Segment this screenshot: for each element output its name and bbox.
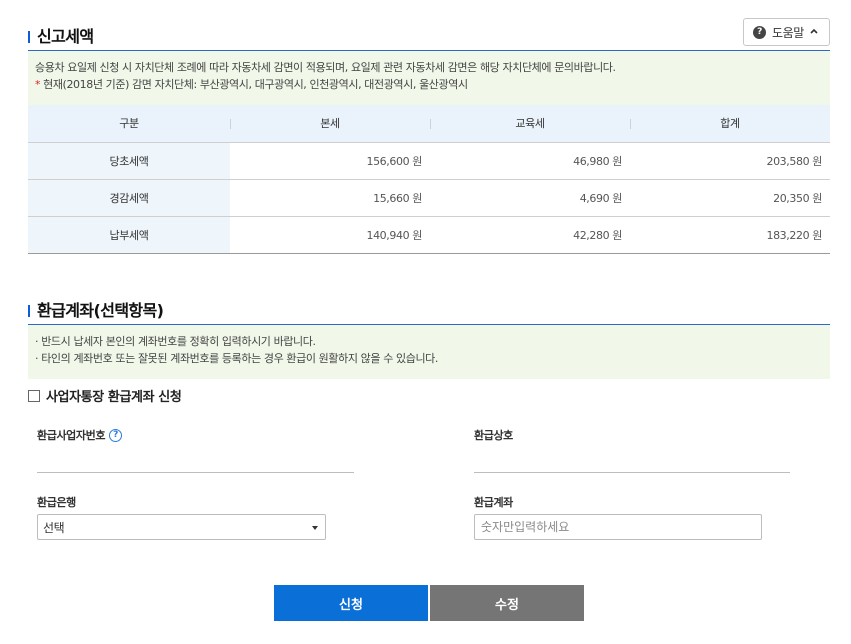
cell-base-tax: 156,600 원 <box>230 142 430 180</box>
notice-line: 승용차 요일제 신청 시 자치단체 조례에 따라 자동차세 감면이 적용되며, … <box>35 61 616 74</box>
row-label: 납부세액 <box>28 216 230 254</box>
account-label: 환급계좌 <box>474 496 513 509</box>
account-input[interactable] <box>474 514 762 540</box>
checkbox-label: 사업자통장 환급계좌 신청 <box>46 390 182 405</box>
table-row: 경감세액 15,660 원 4,690 원 20,350 원 <box>28 179 830 217</box>
section-title-text: 신고세액 <box>37 27 94 46</box>
section-title-refund-account: 환급계좌(선택항목) <box>28 297 164 321</box>
apply-button[interactable]: 신청 <box>274 585 428 621</box>
help-label: 도움말 <box>772 25 804 40</box>
question-icon: ? <box>753 25 766 39</box>
row-label: 당초세액 <box>28 142 230 180</box>
biz-name-input[interactable] <box>474 451 790 473</box>
tax-notice: 승용차 요일제 신청 시 자치단체 조례에 따라 자동차세 감면이 적용되며, … <box>28 51 830 105</box>
section-title-reported-tax: 신고세액 <box>28 23 94 47</box>
table-row: 납부세액 140,940 원 42,280 원 183,220 원 <box>28 216 830 254</box>
notice-line: · 타인의 계좌번호 또는 잘못된 계좌번호를 등록하는 경우 환급이 원활하지… <box>35 352 438 365</box>
cell-total: 183,220 원 <box>630 216 830 254</box>
help-button[interactable]: ? 도움말 <box>743 18 830 46</box>
cell-edu-tax: 42,280 원 <box>430 216 630 254</box>
chevron-up-icon <box>810 28 818 34</box>
notice-line: * 현재(2018년 기준) 감면 자치단체: 부산광역시, 대구광역시, 인천광… <box>35 78 468 91</box>
section-title-text: 환급계좌(선택항목) <box>37 301 164 320</box>
required-star-icon: * <box>35 78 41 91</box>
cell-base-tax: 15,660 원 <box>230 179 430 217</box>
title-bar <box>28 30 30 43</box>
col-header: 교육세 <box>430 105 630 143</box>
cell-total: 20,350 원 <box>630 179 830 217</box>
cell-base-tax: 140,940 원 <box>230 216 430 254</box>
biz-no-label: 환급사업자번호 ? <box>37 427 123 443</box>
bank-select-value: 선택 <box>43 520 65 535</box>
modify-button[interactable]: 수정 <box>430 585 584 621</box>
biz-no-input[interactable] <box>37 451 354 473</box>
business-account-checkbox-row[interactable]: 사업자통장 환급계좌 신청 <box>28 386 182 405</box>
cell-total: 203,580 원 <box>630 142 830 180</box>
table-header-row: 구분 본세 교육세 합계 <box>28 105 830 143</box>
title-bar <box>28 304 30 317</box>
row-label: 경감세액 <box>28 179 230 217</box>
bank-label: 환급은행 <box>37 496 76 509</box>
cell-edu-tax: 46,980 원 <box>430 142 630 180</box>
refund-notice: · 반드시 납세자 본인의 계좌번호를 정확히 입력하시기 바랍니다. · 타인… <box>28 325 830 379</box>
col-header: 구분 <box>28 105 230 143</box>
business-account-checkbox[interactable] <box>28 389 40 402</box>
table-row: 당초세액 156,600 원 46,980 원 203,580 원 <box>28 142 830 180</box>
caret-down-icon <box>312 526 318 530</box>
col-header: 합계 <box>630 105 830 143</box>
notice-line: · 반드시 납세자 본인의 계좌번호를 정확히 입력하시기 바랍니다. <box>35 335 316 348</box>
biz-name-label: 환급상호 <box>474 429 513 442</box>
col-header: 본세 <box>230 105 430 143</box>
help-circle-icon[interactable]: ? <box>109 428 123 442</box>
tax-table: 구분 본세 교육세 합계 당초세액 156,600 원 46,980 원 203… <box>28 105 830 254</box>
bank-select[interactable]: 선택 <box>37 514 326 540</box>
cell-edu-tax: 4,690 원 <box>430 179 630 217</box>
